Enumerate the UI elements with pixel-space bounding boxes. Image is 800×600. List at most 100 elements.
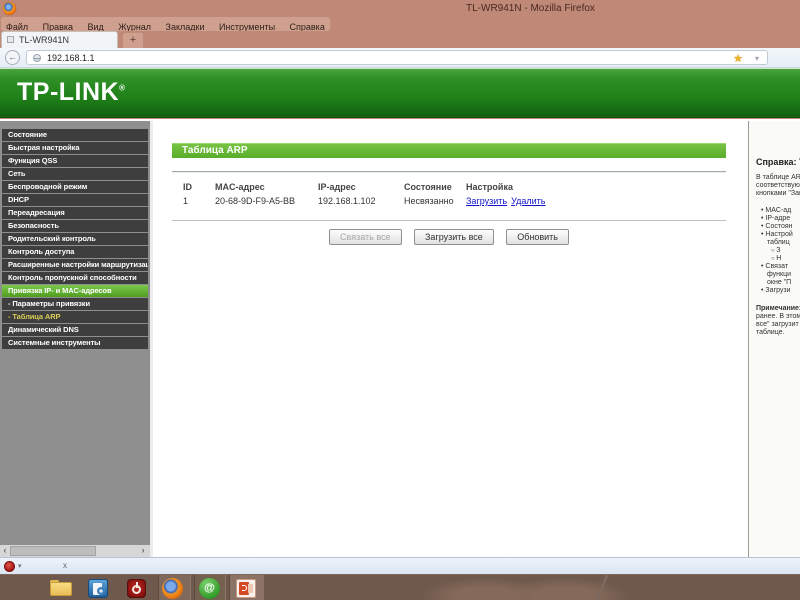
help-bullet: Связат — [756, 263, 800, 271]
sidebar-item-ip-mac-binding[interactable]: Привязка IP- и MAC-адресов — [2, 285, 148, 297]
sidebar-item-network[interactable]: Сеть — [2, 168, 148, 180]
cell-id: 1 — [183, 196, 189, 206]
sidebar-item-dhcp[interactable]: DHCP — [2, 194, 148, 206]
menu-bar: Файл Правка Вид Журнал Закладки Инструме… — [0, 17, 800, 32]
powerpoint-taskbar-icon[interactable] — [236, 579, 256, 598]
help-title: Справка: Т — [756, 157, 800, 167]
url-dropdown-icon[interactable]: ▾ — [755, 54, 759, 63]
sidebar-item-qss[interactable]: Функция QSS — [2, 155, 148, 167]
settings-app-icon[interactable] — [88, 579, 108, 598]
help-panel: Справка: Т В таблице AR соответствующ кн… — [749, 121, 800, 557]
navigation-bar: ← 192.168.1.1 ★ ▾ — [0, 48, 800, 68]
divider-bottom — [172, 220, 726, 221]
tab-favicon — [7, 36, 14, 43]
bind-all-button[interactable]: Связать все — [329, 229, 402, 245]
folder-body — [50, 582, 72, 596]
help-text-line: В таблице AR — [756, 174, 800, 181]
sidebar-item-parental-control[interactable]: Родительский контроль — [2, 233, 148, 245]
firefox-taskbar-icon[interactable] — [162, 578, 183, 599]
sidebar-item-access-control[interactable]: Контроль доступа — [2, 246, 148, 258]
cell-status: Несвязанно — [404, 196, 454, 206]
new-tab-button[interactable]: + — [123, 33, 143, 48]
section-header: Таблица ARP — [172, 143, 726, 158]
load-link[interactable]: Загрузить — [466, 196, 507, 206]
help-bullet: MAC-ад — [756, 207, 800, 215]
sidebar-item-status[interactable]: Состояние — [2, 129, 148, 141]
help-bullet-cont: функци — [767, 271, 792, 278]
addonbar-close-icon[interactable]: x — [63, 561, 67, 570]
help-sub-bullet: Н — [756, 255, 800, 263]
adblock-dropdown-icon[interactable]: ▾ — [18, 562, 22, 570]
scroll-right-icon[interactable]: › — [138, 545, 148, 557]
help-note-label: Примечание: — [756, 305, 800, 312]
scroll-left-icon[interactable]: ‹ — [0, 545, 10, 557]
help-sub-bullet: З — [756, 247, 800, 255]
page-title: Таблица ARP — [182, 145, 248, 156]
sidebar-item-forwarding[interactable]: Переадресация — [2, 207, 148, 219]
delete-link[interactable]: Удалить — [511, 196, 545, 206]
help-bullet-cont: окне "П — [767, 279, 792, 286]
table-header-row: ID MAC-адрес IP-адрес Состояние Настройк… — [183, 180, 626, 194]
help-bullet: Состоян — [756, 223, 800, 231]
sidebar-item-security[interactable]: Безопасность — [2, 220, 148, 232]
help-note-line: все" загрузит т — [756, 321, 800, 328]
col-mac: MAC-адрес — [215, 182, 265, 192]
sidebar-item-system-tools[interactable]: Системные инструменты — [2, 337, 148, 349]
adblock-icon[interactable] — [4, 561, 15, 572]
ppt-slide-glyph — [248, 584, 253, 593]
scrollbar-thumb[interactable] — [10, 546, 96, 556]
cell-actions: Загрузить Удалить — [466, 194, 626, 208]
window-title: TL-WR941N - Mozilla Firefox — [466, 3, 595, 14]
divider-top — [172, 171, 726, 173]
url-text: 192.168.1.1 — [47, 53, 95, 63]
col-config: Настройка — [466, 182, 513, 192]
power-bar-glyph — [136, 582, 138, 588]
sidebar-menu: Состояние Быстрая настройка Функция QSS … — [0, 121, 150, 545]
site-identity-icon[interactable] — [33, 54, 41, 62]
sidebar-horizontal-scrollbar[interactable]: ‹ › — [0, 545, 150, 557]
help-text-line: кнопками "Загр — [756, 190, 800, 197]
help-bullet: IP-адре — [756, 215, 800, 223]
logo-reg-mark: ® — [119, 83, 126, 93]
sidebar-item-quick-setup[interactable]: Быстрая настройка — [2, 142, 148, 154]
col-status: Состояние — [404, 182, 452, 192]
bookmark-star-icon[interactable]: ★ — [733, 52, 743, 65]
taskbar: @ — [0, 574, 800, 600]
logo-text: TP-LINK — [17, 78, 120, 106]
tab-bar: TL-WR941N + — [0, 31, 800, 48]
address-bar[interactable]: 192.168.1.1 ★ ▾ — [26, 50, 768, 65]
help-note-line: ранее. В этом — [756, 313, 800, 320]
arp-table: ID MAC-адрес IP-адрес Состояние Настройк… — [183, 180, 626, 208]
sidebar-item-dynamic-dns[interactable]: Динамический DNS — [2, 324, 148, 336]
load-all-button[interactable]: Загрузить все — [413, 229, 494, 245]
sidebar-item-binding-settings[interactable]: - Параметры привязки — [2, 298, 148, 310]
sidebar-item-bandwidth-control[interactable]: Контроль пропускной способности — [2, 272, 148, 284]
col-id: ID — [183, 182, 192, 192]
tplink-logo: TP-LINK® — [17, 78, 126, 107]
tab-tl-wr941n[interactable]: TL-WR941N — [1, 31, 118, 48]
help-note-line: таблице. — [756, 329, 785, 336]
help-bullet-cont: таблиц — [767, 239, 790, 246]
table-row: 1 20-68-9D-F9-A5-BB 192.168.1.102 Несвяз… — [183, 194, 626, 208]
help-bullet: Настрой — [756, 231, 800, 239]
cell-mac: 20-68-9D-F9-A5-BB — [215, 196, 296, 206]
wallpaper-hand — [500, 577, 630, 600]
menu-group: Файл Правка Вид Журнал Закладки Инструме… — [1, 17, 330, 32]
main-content: Таблица ARP ID MAC-адрес IP-адрес Состоя… — [153, 121, 745, 557]
page-viewport: Состояние Быстрая настройка Функция QSS … — [0, 121, 800, 557]
messenger-at-icon[interactable]: @ — [199, 578, 220, 599]
tab-title: TL-WR941N — [19, 35, 70, 45]
addon-bar: ▾ x — [0, 557, 800, 574]
refresh-button[interactable]: Обновить — [506, 229, 569, 245]
firefox-app-icon[interactable] — [3, 2, 16, 15]
back-button[interactable]: ← — [5, 50, 20, 65]
help-text-line: соответствующ — [756, 182, 800, 189]
explorer-folder-icon[interactable] — [50, 580, 72, 596]
col-ip: IP-адрес — [318, 182, 356, 192]
sidebar-item-wireless[interactable]: Беспроводной режим — [2, 181, 148, 193]
power-app-icon[interactable] — [127, 579, 146, 598]
tplink-banner: TP-LINK® — [0, 68, 800, 118]
gear-glyph — [97, 587, 105, 595]
sidebar-item-advanced-routing[interactable]: Расширенные настройки маршрутизации — [2, 259, 148, 271]
sidebar-item-arp-list[interactable]: - Таблица ARP — [2, 311, 148, 323]
